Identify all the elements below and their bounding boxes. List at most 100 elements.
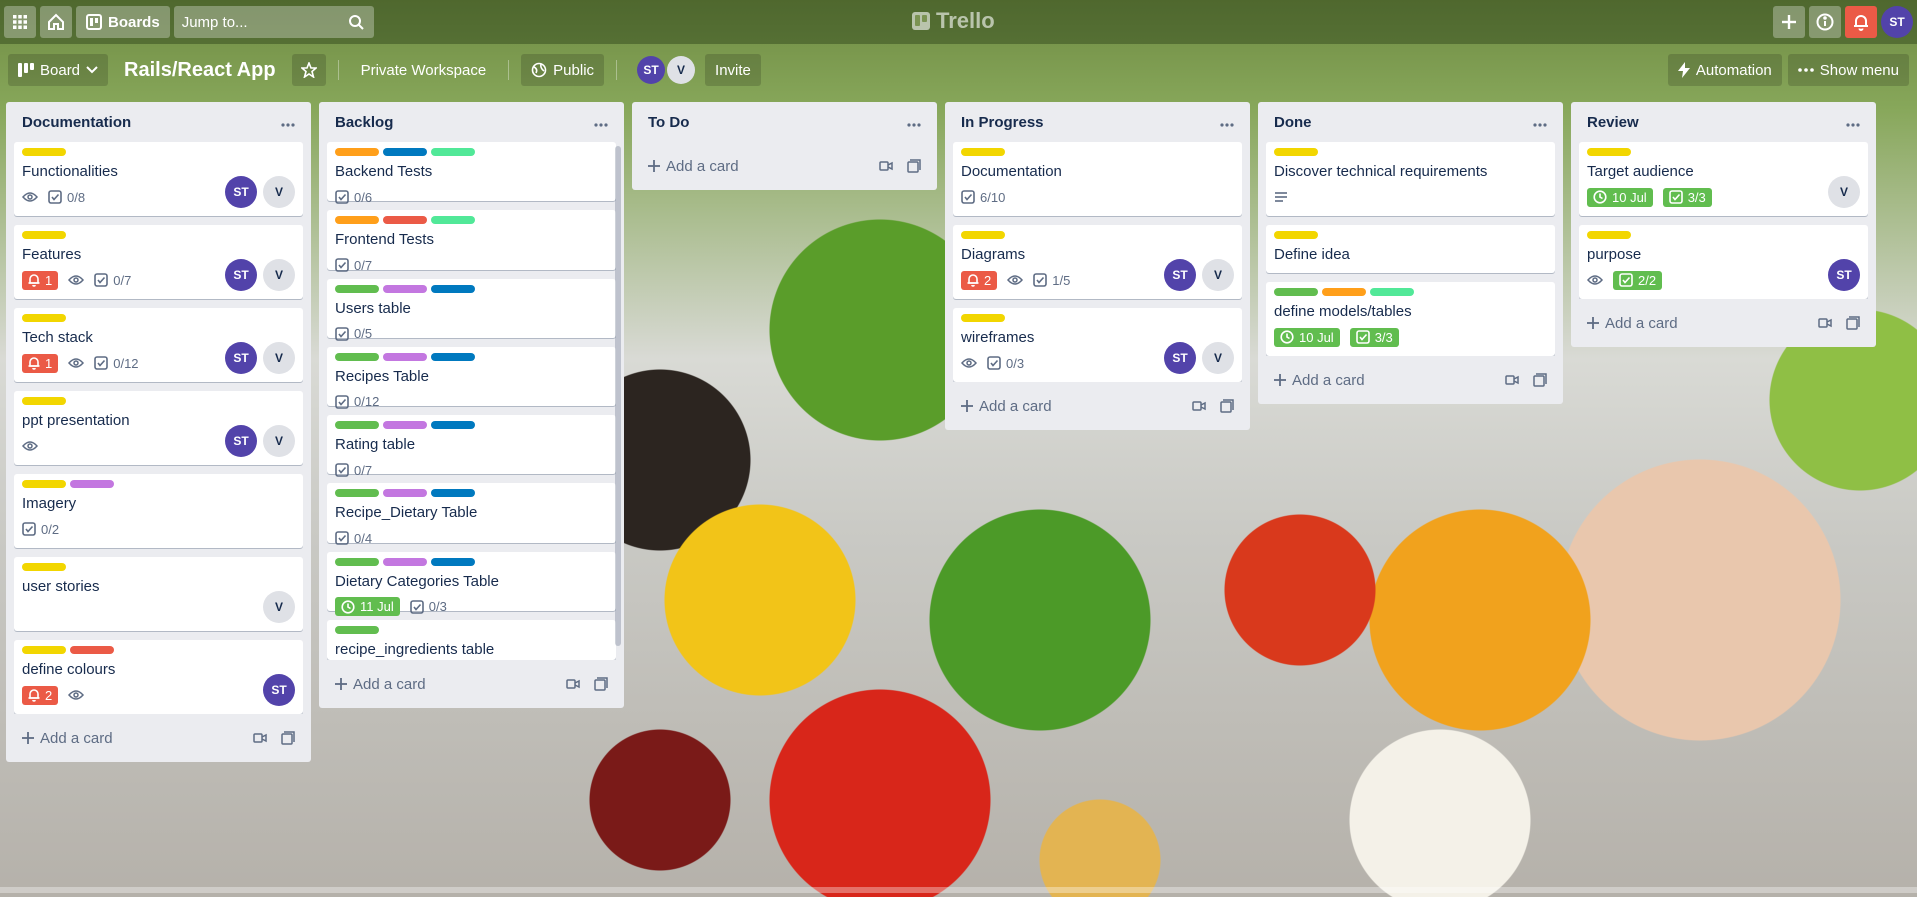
due-date-badge[interactable]: 10 Jul <box>1587 187 1653 207</box>
template-icon[interactable] <box>1846 316 1860 330</box>
add-card-button[interactable]: Add a card <box>640 148 929 184</box>
member-avatar[interactable]: ST <box>225 259 257 291</box>
list-title[interactable]: Done <box>1274 114 1312 131</box>
add-card-label-wrap[interactable]: Add a card <box>335 676 426 693</box>
label-yellow[interactable] <box>961 314 1005 322</box>
label-blue[interactable] <box>431 489 475 498</box>
member-avatar[interactable]: V <box>263 342 295 374</box>
list-title[interactable]: Review <box>1587 114 1639 131</box>
label-blue[interactable] <box>431 421 475 430</box>
notifications-button[interactable] <box>1845 6 1877 38</box>
member-avatar[interactable]: ST <box>1828 259 1860 291</box>
label-purple[interactable] <box>70 480 114 488</box>
label-green[interactable] <box>335 284 379 293</box>
list-menu-button[interactable] <box>1533 114 1547 130</box>
member-avatar[interactable]: V <box>263 425 295 457</box>
star-board-button[interactable] <box>291 54 326 86</box>
label-purple[interactable] <box>383 284 427 293</box>
label-lime[interactable] <box>1370 288 1414 296</box>
member-avatar[interactable]: V <box>263 176 295 208</box>
card[interactable]: Diagrams 2 1/5 ST V <box>953 225 1242 299</box>
label-orange[interactable] <box>1322 288 1366 296</box>
list-menu-button[interactable] <box>1220 114 1234 130</box>
video-icon[interactable] <box>1192 399 1206 413</box>
label-purple[interactable] <box>383 421 427 430</box>
video-icon[interactable] <box>879 159 893 173</box>
label-blue[interactable] <box>383 148 427 156</box>
card[interactable]: define models/tables 10 Jul 3/3 <box>1266 282 1555 356</box>
template-icon[interactable] <box>594 677 608 691</box>
due-date-badge[interactable]: 11 Jul <box>335 597 400 617</box>
member-avatar[interactable]: V <box>263 591 295 623</box>
member-avatar[interactable]: ST <box>263 674 295 706</box>
label-purple[interactable] <box>383 352 427 361</box>
list-title[interactable]: Backlog <box>335 114 393 131</box>
member-avatar[interactable]: ST <box>637 56 666 84</box>
user-avatar[interactable]: ST <box>1881 6 1913 38</box>
list-title[interactable]: To Do <box>648 114 689 131</box>
list-header[interactable]: In Progress <box>953 102 1242 142</box>
card[interactable]: Backend Tests 0/6 <box>327 142 616 205</box>
label-green[interactable] <box>335 557 379 566</box>
information-button[interactable] <box>1809 6 1841 38</box>
search-box[interactable] <box>173 6 374 38</box>
label-orange[interactable] <box>335 216 379 225</box>
label-red[interactable] <box>70 646 114 654</box>
card[interactable]: recipe_ingredients table <box>327 619 616 660</box>
label-yellow[interactable] <box>1587 148 1631 156</box>
add-card-button[interactable]: Add a card <box>14 720 303 756</box>
card[interactable]: Discover technical requirements <box>1266 142 1555 216</box>
card[interactable]: Tech stack 1 0/12 ST V <box>14 308 303 382</box>
label-yellow[interactable] <box>22 480 66 488</box>
label-yellow[interactable] <box>22 646 66 654</box>
add-card-label-wrap[interactable]: Add a card <box>961 398 1052 415</box>
template-icon[interactable] <box>1533 373 1547 387</box>
label-yellow[interactable] <box>22 314 66 322</box>
member-avatar[interactable]: V <box>1202 259 1234 291</box>
list-header[interactable]: Documentation <box>14 102 303 142</box>
list-menu-button[interactable] <box>907 114 921 130</box>
apps-switcher-button[interactable] <box>4 6 36 38</box>
trello-logo[interactable]: Trello <box>912 8 995 34</box>
add-card-label-wrap[interactable]: Add a card <box>1274 372 1365 389</box>
member-avatar[interactable]: V <box>667 56 696 84</box>
label-yellow[interactable] <box>961 148 1005 156</box>
card[interactable]: Target audience 10 Jul 3/3 V <box>1579 142 1868 216</box>
list-title[interactable]: In Progress <box>961 114 1044 131</box>
card[interactable]: Define idea <box>1266 225 1555 273</box>
template-icon[interactable] <box>281 731 295 745</box>
add-card-button[interactable]: Add a card <box>1266 362 1555 398</box>
label-yellow[interactable] <box>1587 231 1631 239</box>
add-card-label-wrap[interactable]: Add a card <box>648 158 739 175</box>
add-card-button[interactable]: Add a card <box>327 666 616 702</box>
card[interactable]: Imagery 0/2 <box>14 474 303 548</box>
create-button[interactable] <box>1773 6 1805 38</box>
label-yellow[interactable] <box>1274 148 1318 156</box>
card[interactable]: Recipe_Dietary Table 0/4 <box>327 483 616 546</box>
list-header[interactable]: Review <box>1579 102 1868 142</box>
search-input[interactable] <box>181 13 342 31</box>
label-yellow[interactable] <box>22 231 66 239</box>
card[interactable]: Features 1 0/7 ST V <box>14 225 303 299</box>
list-menu-button[interactable] <box>1846 114 1860 130</box>
add-card-label-wrap[interactable]: Add a card <box>22 730 113 747</box>
automation-button[interactable]: Automation <box>1667 54 1782 86</box>
label-yellow[interactable] <box>22 563 66 571</box>
member-avatar[interactable]: V <box>263 259 295 291</box>
member-avatar[interactable]: V <box>1828 176 1860 208</box>
label-blue[interactable] <box>431 284 475 293</box>
card[interactable]: ppt presentation ST V <box>14 391 303 465</box>
list-header[interactable]: Done <box>1266 102 1555 142</box>
label-purple[interactable] <box>383 489 427 498</box>
card[interactable]: Frontend Tests 0/7 <box>327 210 616 273</box>
member-avatar[interactable]: ST <box>1164 342 1196 374</box>
template-icon[interactable] <box>907 159 921 173</box>
label-green[interactable] <box>335 421 379 430</box>
card[interactable]: Rating table 0/7 <box>327 415 616 478</box>
board-view-switcher[interactable]: Board <box>8 54 109 86</box>
video-icon[interactable] <box>566 677 580 691</box>
label-purple[interactable] <box>383 557 427 566</box>
show-menu-button[interactable]: Show menu <box>1787 54 1909 86</box>
home-button[interactable] <box>40 6 72 38</box>
video-icon[interactable] <box>1818 316 1832 330</box>
